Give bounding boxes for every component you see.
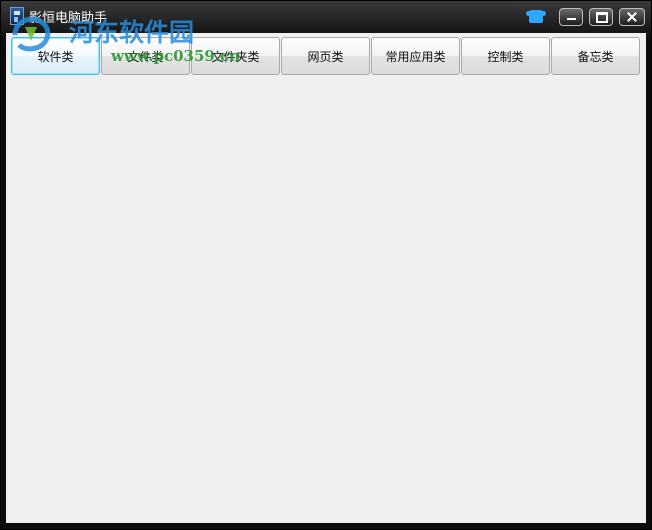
tab-file[interactable]: 文件类: [101, 37, 190, 75]
tab-label: 文件类: [127, 49, 164, 64]
window-title: 影恒电脑助手: [29, 11, 108, 26]
close-button[interactable]: [619, 8, 645, 26]
tab-label: 常用应用类: [385, 49, 446, 64]
app-logo-icon: [10, 7, 24, 25]
main-panel: 软件类 文件类 文件夹类 网页类 常用应用类 控制类 备忘类: [6, 33, 646, 523]
app-window: 影恒电脑助手 软件类 文件类 文件夹类 网页类 常用应用类 控制类 备忘类 河东…: [0, 0, 652, 530]
tab-label: 备忘类: [577, 49, 614, 64]
skin-shirt-icon[interactable]: [526, 10, 546, 23]
maximize-button[interactable]: [589, 8, 613, 26]
tab-label: 文件夹类: [211, 49, 260, 64]
tab-memo[interactable]: 备忘类: [551, 37, 640, 75]
tab-label: 控制类: [487, 49, 524, 64]
tab-software[interactable]: 软件类: [11, 37, 100, 75]
tab-label: 软件类: [37, 49, 74, 64]
tab-common-apps[interactable]: 常用应用类: [371, 37, 460, 75]
minimize-button[interactable]: [559, 8, 583, 26]
tab-label: 网页类: [307, 49, 344, 64]
tab-control[interactable]: 控制类: [461, 37, 550, 75]
tab-webpage[interactable]: 网页类: [281, 37, 370, 75]
tab-folder[interactable]: 文件夹类: [191, 37, 280, 75]
title-bar[interactable]: 影恒电脑助手: [1, 1, 652, 33]
